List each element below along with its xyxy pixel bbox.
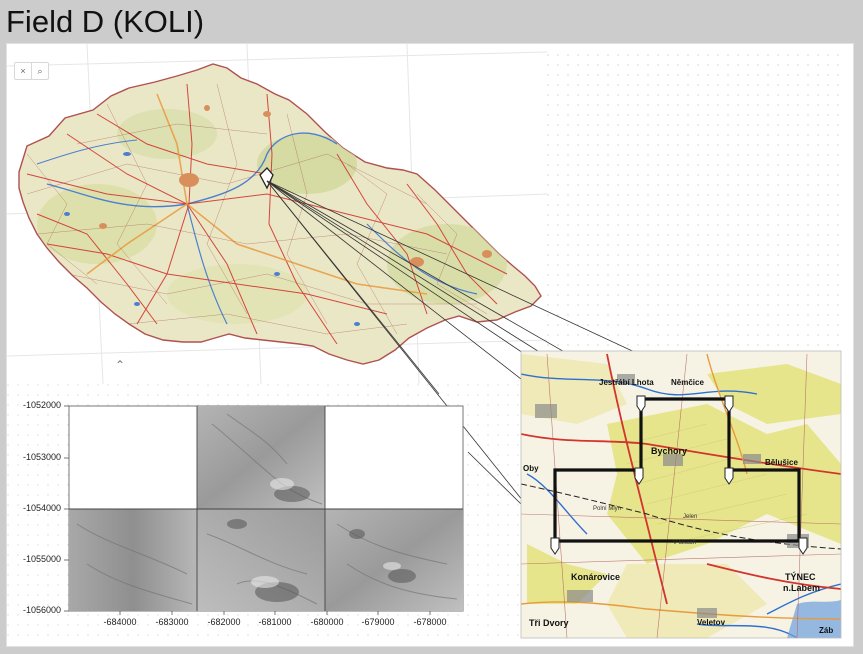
place-label: Němčice <box>671 378 704 387</box>
x-tick-label: -678000 <box>413 617 447 627</box>
place-label: Jestřábí Lhota <box>599 378 654 387</box>
chevron-up-icon[interactable]: ⌃ <box>111 356 129 374</box>
elevation-plot <box>64 405 464 615</box>
y-tick-label: -1055000 <box>22 554 61 564</box>
place-label: Záb <box>819 626 834 635</box>
y-tick-label: -1052000 <box>22 400 61 410</box>
place-label: Konárovice <box>571 572 621 582</box>
detail-map <box>521 351 841 638</box>
czech-overview-map <box>18 63 542 365</box>
place-label: Bychory <box>651 446 688 456</box>
place-label: TÝNEC <box>785 572 816 582</box>
x-tick-label: -679000 <box>361 617 395 627</box>
lidar-tile <box>69 509 197 611</box>
search-icon[interactable]: ⌕ <box>31 63 48 79</box>
figure-panel: × ⌕ ⌃ -1052000 -1053000 -1054000 -105500… <box>6 43 854 647</box>
x-tick-label: -682000 <box>207 617 241 627</box>
place-label: Veletov <box>697 618 726 627</box>
x-tick-label: -680000 <box>310 617 344 627</box>
x-tick-label: -681000 <box>258 617 292 627</box>
place-label: Oby <box>523 464 539 473</box>
figure-canvas <box>7 44 847 644</box>
place-label: Bělušice <box>765 458 798 467</box>
y-tick-label: -1056000 <box>22 605 61 615</box>
place-label: V lukách <box>673 540 697 546</box>
close-icon[interactable]: × <box>15 63 31 79</box>
y-tick-label: -1054000 <box>22 503 61 513</box>
y-tick-label: -1053000 <box>22 452 61 462</box>
x-tick-label: -684000 <box>103 617 137 627</box>
place-label: n.Labem <box>783 583 821 593</box>
dotted-grid-background <box>547 54 847 354</box>
x-tick-label: -683000 <box>155 617 189 627</box>
page-title: Field D (KOLI) <box>6 4 205 39</box>
map-zoom-controls: × ⌕ <box>14 62 49 80</box>
lidar-tile <box>325 509 463 611</box>
place-label: Tři Dvory <box>529 618 569 628</box>
place-label: Jelen <box>683 514 698 520</box>
place-label: Polní Mlýn <box>593 506 622 512</box>
